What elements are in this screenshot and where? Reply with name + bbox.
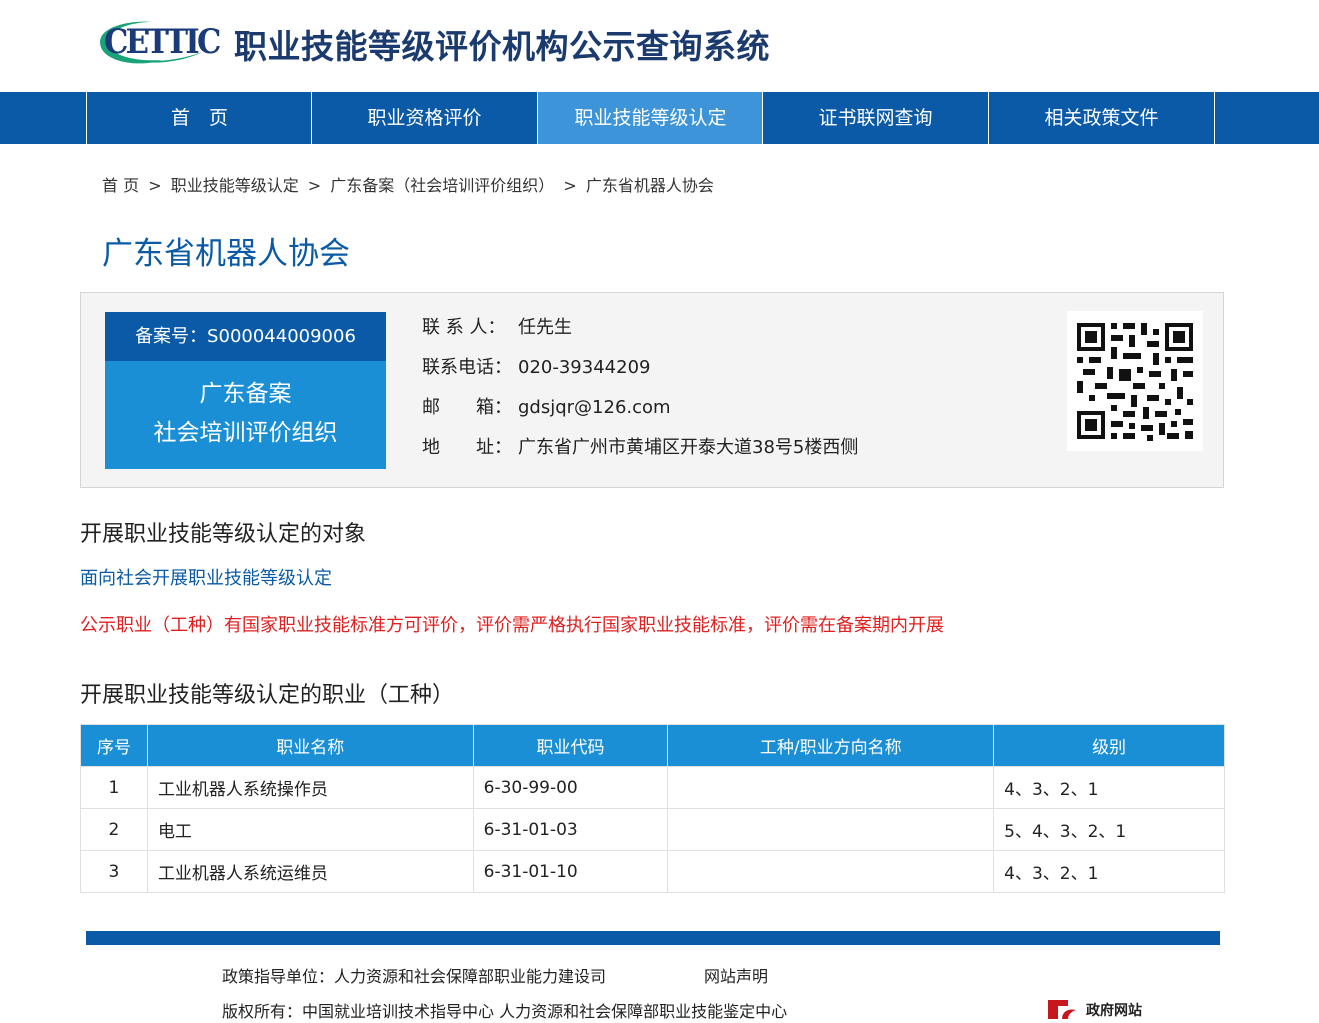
- email-row: 邮 箱： gdsjqr@126.com: [422, 393, 858, 433]
- cell-level: 4、3、2、1: [993, 850, 1225, 893]
- target-section-title: 开展职业技能等级认定的对象: [80, 522, 367, 547]
- cell-direction: [667, 766, 995, 809]
- record-type-line2: 社会培训评价组织: [153, 420, 338, 446]
- breadcrumb-home[interactable]: 首 页: [102, 176, 139, 195]
- breadcrumb-current: 广东省机器人协会: [585, 176, 714, 195]
- cell-level: 4、3、2、1: [993, 766, 1225, 809]
- breadcrumb-skill-level[interactable]: 职业技能等级认定: [171, 176, 299, 195]
- contact-info: 联 系 人： 任先生 联系电话： 020-39344209 邮 箱： gdsjqr@1…: [422, 313, 858, 473]
- cell-level: 5、4、3、2、1: [993, 808, 1225, 851]
- record-badge: 备案号：S000044009006 广东备案 社会培训评价组织: [105, 312, 386, 469]
- footer-divider: [86, 931, 1220, 945]
- footer-copyright: 版权所有：中国就业培训技术指导中心 人力资源和社会保障部职业技能鉴定中心: [222, 1002, 788, 1021]
- breadcrumb-guangdong-record[interactable]: 广东备案（社会培训评价组织）: [330, 176, 554, 195]
- gov-website-label: 政府网站: [1086, 1003, 1142, 1019]
- phone-row: 联系电话： 020-39344209: [422, 353, 858, 393]
- nav-item-skill-level[interactable]: 职业技能等级认定: [537, 92, 763, 144]
- breadcrumb-separator: >: [148, 176, 162, 195]
- cell-name: 工业机器人系统运维员: [146, 850, 474, 893]
- qr-code-graphic: [1067, 311, 1203, 451]
- site-logo[interactable]: CETTIC: [92, 16, 221, 68]
- column-header-code: 职业代码: [472, 724, 669, 767]
- evaluation-notice: 公示职业（工种）有国家职业技能标准方可评价，评价需严格执行国家职业技能标准，评价…: [80, 615, 944, 636]
- site-title: 职业技能等级评价机构公示查询系统: [234, 27, 770, 66]
- nav-item-home[interactable]: 首 页: [86, 92, 312, 144]
- table-row: 3 工业机器人系统运维员 6-31-01-10 4、3、2、1: [80, 850, 1225, 893]
- record-number: 备案号：S000044009006: [105, 312, 386, 361]
- footer-statement-link[interactable]: 网站声明: [704, 963, 768, 987]
- cell-index: 2: [80, 808, 148, 851]
- cell-direction: [667, 850, 995, 893]
- nav-item-certificate-query[interactable]: 证书联网查询: [762, 92, 988, 144]
- cell-name: 工业机器人系统操作员: [146, 766, 474, 809]
- logo-text: CETTIC: [104, 22, 221, 62]
- breadcrumb-separator: >: [563, 176, 577, 195]
- table-row: 2 电工 6-31-01-03 5、4、3、2、1: [80, 808, 1225, 851]
- phone-label: 联系电话：: [422, 357, 512, 378]
- address-label: 地 址：: [422, 437, 512, 458]
- contact-value: 任先生: [518, 317, 572, 338]
- address-row: 地 址： 广东省广州市黄埔区开泰大道38号5楼西侧: [422, 433, 858, 473]
- record-type: 广东备案 社会培训评价组织: [105, 361, 386, 469]
- target-audience: 面向社会开展职业技能等级认定: [80, 568, 332, 589]
- breadcrumb: 首 页 > 职业技能等级认定 > 广东备案（社会培训评价组织） > 广东省机器人…: [102, 172, 718, 196]
- column-header-index: 序号: [80, 724, 148, 767]
- nav-divider: [1214, 92, 1215, 144]
- column-header-name: 职业名称: [146, 724, 474, 767]
- site-header: CETTIC 职业技能等级评价机构公示查询系统: [0, 0, 1319, 92]
- email-label: 邮 箱：: [422, 397, 512, 418]
- column-header-direction: 工种/职业方向名称: [667, 724, 995, 767]
- cell-name: 电工: [146, 808, 474, 851]
- nav-item-qualification[interactable]: 职业资格评价: [311, 92, 537, 144]
- nav-item-policy-docs[interactable]: 相关政策文件: [988, 92, 1214, 144]
- contact-row: 联 系 人： 任先生: [422, 313, 858, 353]
- main-nav: 首 页 职业资格评价 职业技能等级认定 证书联网查询 相关政策文件: [0, 92, 1319, 144]
- breadcrumb-separator: >: [307, 176, 322, 195]
- cell-code: 6-30-99-00: [472, 766, 669, 809]
- cell-code: 6-31-01-03: [472, 808, 669, 851]
- cell-index: 1: [80, 766, 148, 809]
- cell-index: 3: [80, 850, 148, 893]
- column-header-level: 级别: [993, 724, 1225, 767]
- phone-value: 020-39344209: [518, 357, 651, 378]
- address-value: 广东省广州市黄埔区开泰大道38号5楼西侧: [518, 437, 859, 458]
- cell-direction: [667, 808, 995, 851]
- qr-code-icon: [1067, 311, 1203, 451]
- occupation-section-title: 开展职业技能等级认定的职业（工种）: [80, 683, 455, 708]
- gov-website-icon: [1048, 1000, 1076, 1019]
- contact-label: 联 系 人：: [422, 317, 506, 338]
- email-value: gdsjqr@126.com: [518, 397, 671, 418]
- page-title: 广东省机器人协会: [102, 236, 350, 272]
- org-info-card: 备案号：S000044009006 广东备案 社会培训评价组织 联 系 人： 任先…: [80, 292, 1224, 488]
- gov-website-badge[interactable]: 政府网站: [1046, 996, 1156, 1019]
- table-header-row: 序号 职业名称 职业代码 工种/职业方向名称 级别: [80, 724, 1225, 767]
- footer-guide-unit: 政策指导单位：人力资源和社会保障部职业能力建设司: [222, 967, 607, 986]
- record-type-line1: 广东备案: [199, 381, 292, 407]
- table-row: 1 工业机器人系统操作员 6-30-99-00 4、3、2、1: [80, 766, 1225, 809]
- occupation-table: 序号 职业名称 职业代码 工种/职业方向名称 级别 1 工业机器人系统操作员 6…: [80, 724, 1225, 893]
- cell-code: 6-31-01-10: [472, 850, 669, 893]
